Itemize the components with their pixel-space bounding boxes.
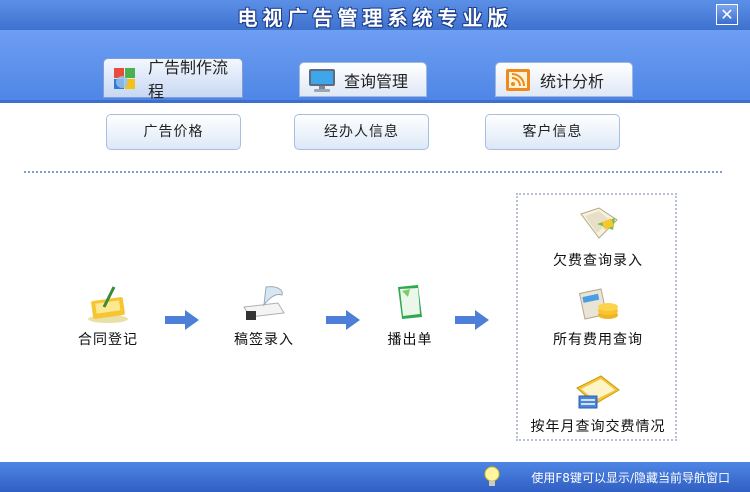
arrears-label: 欠费查询录入 [553, 253, 643, 269]
agent-info-button[interactable]: 经办人信息 [294, 114, 429, 150]
all-fees-label: 所有费用查询 [553, 332, 643, 348]
arrow-right-icon [455, 310, 489, 330]
playlist[interactable]: 播出单 [372, 281, 448, 349]
tab-label: 查询管理 [344, 71, 409, 91]
contract-icon [70, 285, 146, 329]
monthly-icon [520, 368, 676, 416]
title-bar: 电视广告管理系统专业版 ✕ [0, 0, 750, 30]
all-fees-query[interactable]: 所有费用查询 [536, 285, 660, 349]
monthly-label: 按年月查询交费情况 [530, 419, 666, 435]
monthly-payment-query[interactable]: 按年月查询交费情况 [520, 368, 676, 436]
ad-price-button[interactable]: 广告价格 [106, 114, 241, 150]
arrow-right-icon [326, 310, 360, 330]
arrow-right-icon [165, 310, 199, 330]
stats-icon [502, 66, 534, 94]
tab-ad-workflow[interactable]: 广告制作流程 [103, 58, 243, 101]
dotted-divider [24, 171, 722, 173]
contract-registration[interactable]: 合同登记 [70, 285, 146, 349]
contract-label: 合同登记 [78, 332, 138, 348]
tab-label: 统计分析 [540, 71, 605, 91]
window-title: 电视广告管理系统专业版 [237, 6, 513, 30]
playlist-icon [372, 281, 448, 329]
bulb-icon [484, 466, 500, 486]
fees-icon [536, 285, 660, 329]
status-text: 使用F8键可以显示/隐藏当前导航窗口 [531, 471, 730, 485]
tab-label: 广告制作流程 [148, 58, 229, 101]
tab-band-divider [0, 100, 750, 103]
main-window: 电视广告管理系统专业版 ✕ 广告制作流程 查询管理 统计分析 广告价格 经办人信… [0, 0, 750, 492]
monitor-icon [306, 66, 338, 94]
tab-query-management[interactable]: 查询管理 [299, 62, 427, 97]
arrears-icon [536, 200, 660, 250]
flow-icon [110, 64, 142, 92]
close-button[interactable]: ✕ [716, 4, 738, 25]
status-bar: 使用F8键可以显示/隐藏当前导航窗口 [0, 462, 750, 492]
tab-statistics[interactable]: 统计分析 [495, 62, 633, 97]
draft-entry[interactable]: 稿签录入 [226, 283, 302, 349]
customer-info-button[interactable]: 客户信息 [485, 114, 620, 150]
playlist-label: 播出单 [387, 332, 433, 348]
draft-label: 稿签录入 [234, 332, 294, 348]
arrears-query-entry[interactable]: 欠费查询录入 [536, 200, 660, 270]
draft-icon [226, 283, 302, 329]
